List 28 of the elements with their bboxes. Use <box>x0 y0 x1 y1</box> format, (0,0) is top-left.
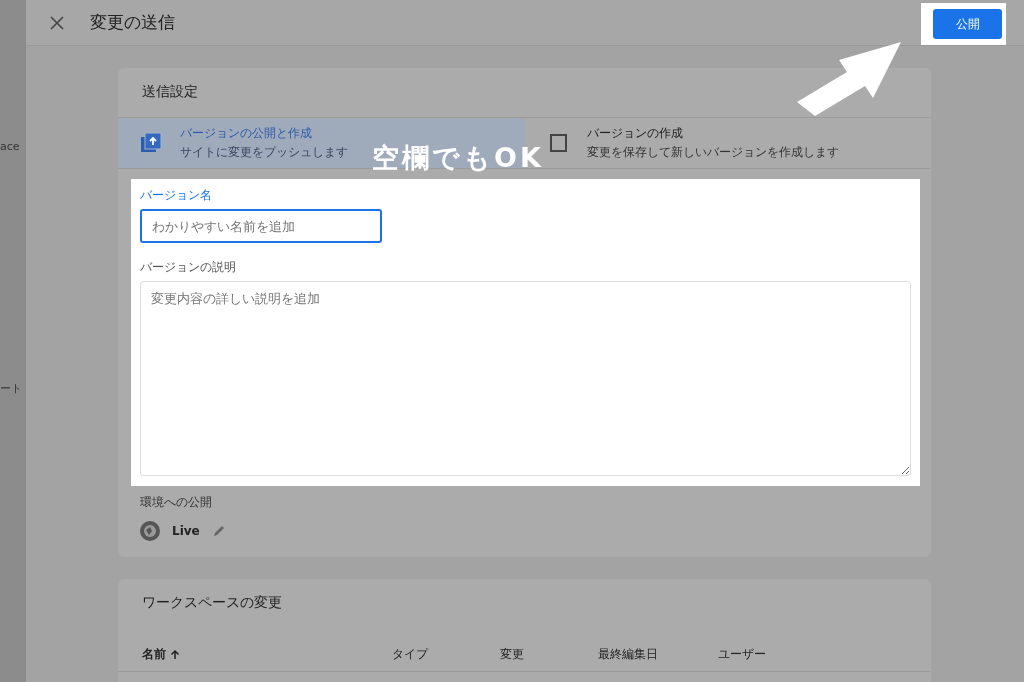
annotation-text: 空欄でもOK <box>372 141 544 175</box>
option-tab[interactable]: バージョンの作成 変更を保存して新しいバージョンを作成します <box>546 118 839 168</box>
dialog-title: 変更の送信 <box>90 11 176 34</box>
option-subtitle: サイトに変更をプッシュします <box>180 144 348 161</box>
field-label: バージョンの説明 <box>140 259 237 276</box>
column-header[interactable]: 最終編集日 <box>598 646 658 663</box>
card-title: ワークスペースの変更 <box>142 594 282 612</box>
version-name-field[interactable]: わかりやすい名前を追加 <box>140 209 382 243</box>
column-header[interactable]: 変更 <box>500 646 524 663</box>
column-header[interactable]: 名前 <box>142 646 166 663</box>
column-header[interactable]: タイプ <box>392 646 428 663</box>
background-text: ace <box>0 140 21 153</box>
environment-name: Live <box>172 524 200 538</box>
option-tab[interactable]: バージョンの公開と作成 サイトに変更をプッシュします <box>140 118 348 168</box>
globe-icon <box>140 521 160 541</box>
section-label: 環境への公開 <box>140 494 213 511</box>
card-title: 送信設定 <box>142 83 198 101</box>
description-field[interactable]: 変更内容の詳しい説明を追加 <box>140 281 911 476</box>
option-title: バージョンの作成 <box>586 125 684 142</box>
option-subtitle: 変更を保存して新しいバージョンを作成します <box>586 144 839 161</box>
up-arrow-icon[interactable] <box>170 649 180 660</box>
option-title: バージョンの公開と作成 <box>180 125 313 142</box>
pencil-icon[interactable] <box>211 524 226 538</box>
publish-button[interactable]: 公開 <box>933 9 1002 39</box>
column-header[interactable]: ユーザー <box>718 646 766 663</box>
upload-icon <box>140 132 162 154</box>
background-text: ート <box>0 381 23 396</box>
field-label: バージョン名 <box>140 187 213 204</box>
